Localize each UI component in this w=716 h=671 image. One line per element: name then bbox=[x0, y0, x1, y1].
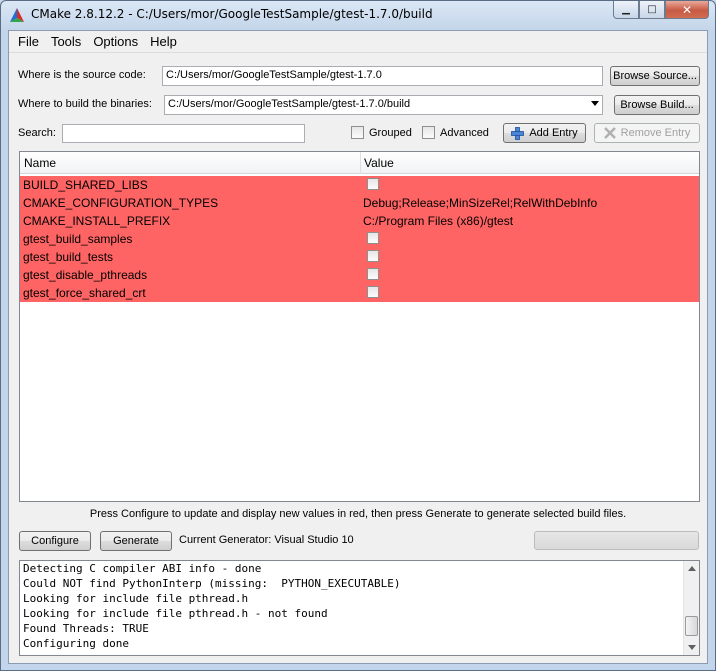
menu-tools[interactable]: Tools bbox=[45, 32, 87, 51]
search-input[interactable] bbox=[62, 124, 305, 143]
entry-name: gtest_build_samples bbox=[23, 232, 133, 246]
cmake-logo-icon bbox=[10, 8, 24, 22]
minimize-button[interactable]: ▁ bbox=[613, 1, 639, 19]
table-row[interactable]: BUILD_SHARED_LIBS bbox=[20, 176, 699, 194]
log-line: Detecting C compiler ABI info - done bbox=[23, 562, 262, 575]
grouped-option[interactable]: Grouped bbox=[351, 126, 412, 139]
table-row[interactable]: gtest_build_samples bbox=[20, 230, 699, 248]
window-controls: ▁ □ ✕ bbox=[613, 1, 709, 19]
dropdown-arrow-icon[interactable] bbox=[591, 101, 599, 106]
advanced-checkbox[interactable] bbox=[422, 126, 435, 139]
build-path-value: C:/Users/mor/GoogleTestSample/gtest-1.7.… bbox=[168, 98, 411, 110]
source-input[interactable]: C:/Users/mor/GoogleTestSample/gtest-1.7.… bbox=[162, 66, 603, 86]
log-line: Looking for include file pthread.h - not… bbox=[23, 607, 328, 620]
column-name-header[interactable]: Name bbox=[24, 156, 56, 170]
entry-name: CMAKE_INSTALL_PREFIX bbox=[23, 214, 171, 228]
entry-value-checkbox[interactable] bbox=[367, 178, 379, 190]
entry-value[interactable]: C:/Program Files (x86)/gtest bbox=[363, 214, 513, 228]
maximize-button[interactable]: □ bbox=[639, 1, 665, 19]
remove-entry-label: Remove Entry bbox=[620, 127, 691, 139]
search-label: Search: bbox=[18, 127, 56, 139]
add-entry-label: Add Entry bbox=[529, 127, 578, 139]
output-lines: Detecting C compiler ABI info - done Coul… bbox=[20, 561, 699, 651]
browse-build-button[interactable]: Browse Build... bbox=[614, 95, 700, 115]
current-generator-label: Current Generator: Visual Studio 10 bbox=[179, 534, 354, 546]
menu-file[interactable]: File bbox=[12, 32, 45, 51]
table-row[interactable]: CMAKE_CONFIGURATION_TYPES Debug;Release;M… bbox=[20, 194, 699, 212]
main-panel: File Tools Options Help Where is the sou… bbox=[8, 30, 708, 664]
log-line: Looking for include file pthread.h bbox=[23, 592, 249, 605]
menu-bar: File Tools Options Help bbox=[9, 31, 707, 53]
entry-name: BUILD_SHARED_LIBS bbox=[23, 178, 148, 192]
entry-value[interactable]: Debug;Release;MinSizeRel;RelWithDebInfo bbox=[363, 196, 597, 210]
remove-icon bbox=[603, 127, 616, 139]
entry-value-checkbox[interactable] bbox=[367, 232, 379, 244]
log-line: Found Threads: TRUE bbox=[23, 622, 149, 635]
scroll-down-icon[interactable] bbox=[688, 645, 696, 650]
menu-options[interactable]: Options bbox=[87, 32, 144, 51]
log-line: Could NOT find PythonInterp (missing: PY… bbox=[23, 577, 401, 590]
column-value-header[interactable]: Value bbox=[364, 156, 394, 170]
remove-entry-button[interactable]: Remove Entry bbox=[594, 123, 700, 143]
table-row[interactable]: gtest_disable_pthreads bbox=[20, 266, 699, 284]
scroll-thumb[interactable] bbox=[685, 616, 698, 636]
close-button[interactable]: ✕ bbox=[665, 1, 709, 19]
entry-value-checkbox[interactable] bbox=[367, 286, 379, 298]
advanced-option[interactable]: Advanced bbox=[422, 126, 489, 139]
log-line: Configuring done bbox=[23, 637, 129, 650]
add-entry-button[interactable]: Add Entry bbox=[503, 123, 586, 143]
plus-icon bbox=[511, 126, 525, 140]
cache-table[interactable]: Name Value BUILD_SHARED_LIBS CMAKE_CONFIG… bbox=[19, 151, 700, 502]
title-bar[interactable]: CMake 2.8.12.2 - C:/Users/mor/GoogleTest… bbox=[1, 1, 715, 29]
output-log[interactable]: Detecting C compiler ABI info - done Coul… bbox=[19, 560, 700, 656]
menu-help[interactable]: Help bbox=[144, 32, 183, 51]
advanced-label: Advanced bbox=[440, 126, 489, 139]
browse-source-button[interactable]: Browse Source... bbox=[610, 66, 700, 86]
window-title: CMake 2.8.12.2 - C:/Users/mor/GoogleTest… bbox=[31, 7, 433, 21]
source-label: Where is the source code: bbox=[18, 69, 146, 81]
grouped-checkbox[interactable] bbox=[351, 126, 364, 139]
entry-value-checkbox[interactable] bbox=[367, 250, 379, 262]
build-label: Where to build the binaries: bbox=[18, 98, 152, 110]
table-header: Name Value bbox=[20, 152, 699, 174]
configure-button[interactable]: Configure bbox=[19, 531, 91, 551]
cmake-window: CMake 2.8.12.2 - C:/Users/mor/GoogleTest… bbox=[0, 0, 716, 671]
entry-name: CMAKE_CONFIGURATION_TYPES bbox=[23, 196, 219, 210]
grouped-label: Grouped bbox=[369, 126, 412, 139]
table-row[interactable]: CMAKE_INSTALL_PREFIX C:/Program Files (x8… bbox=[20, 212, 699, 230]
entry-name: gtest_build_tests bbox=[23, 250, 114, 264]
generate-button[interactable]: Generate bbox=[100, 531, 172, 551]
progress-bar bbox=[534, 531, 699, 550]
table-row[interactable]: gtest_force_shared_crt bbox=[20, 284, 699, 302]
column-divider[interactable] bbox=[360, 152, 361, 174]
instructions-text: Press Configure to update and display ne… bbox=[89, 508, 627, 520]
table-body: BUILD_SHARED_LIBS CMAKE_CONFIGURATION_TYP… bbox=[20, 176, 699, 302]
table-row[interactable]: gtest_build_tests bbox=[20, 248, 699, 266]
scroll-up-icon[interactable] bbox=[688, 566, 696, 571]
build-combo[interactable]: C:/Users/mor/GoogleTestSample/gtest-1.7.… bbox=[164, 95, 603, 115]
entry-name: gtest_force_shared_crt bbox=[23, 286, 146, 300]
output-scrollbar[interactable] bbox=[683, 561, 699, 655]
entry-value-checkbox[interactable] bbox=[367, 268, 379, 280]
entry-name: gtest_disable_pthreads bbox=[23, 268, 148, 282]
